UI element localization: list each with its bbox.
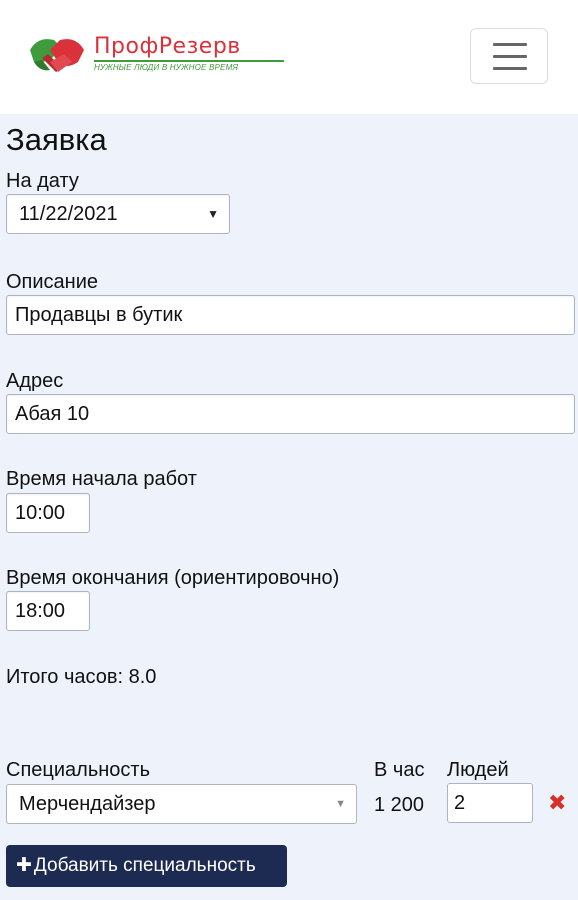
add-specialty-label: Добавить специальность	[33, 855, 256, 876]
column-header-specialty: Специальность	[6, 759, 150, 781]
hamburger-menu-icon	[493, 67, 527, 70]
description-input[interactable]: Продавцы в бутик	[6, 295, 575, 335]
date-input[interactable]: 11/22/2021 ▼	[6, 194, 230, 234]
hamburger-menu-icon	[493, 55, 527, 58]
total-hours: Итого часов: 8.0	[6, 666, 157, 688]
start-time-label: Время начала работ	[6, 468, 197, 490]
logo-name: ПрофРезерв	[94, 34, 241, 59]
start-time-input[interactable]: 10:00	[6, 493, 90, 533]
address-input[interactable]: Абая 10	[6, 394, 575, 434]
logo-tagline: НУЖНЫЕ ЛЮДИ В НУЖНОЕ ВРЕМЯ	[94, 63, 239, 72]
end-time-label: Время окончания (ориентировочно)	[6, 567, 340, 589]
specialty-selected-value: Мерчендайзер	[19, 793, 156, 815]
brand-logo[interactable]: ПрофРезерв НУЖНЫЕ ЛЮДИ В НУЖНОЕ ВРЕМЯ	[28, 32, 288, 84]
top-navbar: ПрофРезерв НУЖНЫЕ ЛЮДИ В НУЖНОЕ ВРЕМЯ	[0, 0, 578, 114]
end-time-input[interactable]: 18:00	[6, 591, 90, 631]
dropdown-arrow-icon[interactable]: ▼	[207, 195, 219, 233]
specialty-select[interactable]: Мерчендайзер ▼	[6, 784, 357, 824]
logo-divider	[94, 60, 284, 62]
hamburger-menu-icon	[493, 43, 527, 46]
page-title: Заявка	[6, 122, 107, 157]
date-value: 11/22/2021	[19, 203, 118, 225]
hourly-rate: 1 200	[374, 794, 425, 816]
add-specialty-button[interactable]: ✚ Добавить специальность	[6, 845, 287, 887]
address-label: Адрес	[6, 370, 64, 392]
hamburger-menu-button[interactable]	[470, 28, 548, 84]
handshake-logo-icon	[30, 39, 84, 72]
chevron-down-icon: ▼	[335, 798, 346, 810]
plus-icon: ✚	[16, 855, 32, 876]
column-header-people: Людей	[447, 759, 509, 781]
people-count-input[interactable]: 2	[447, 783, 533, 823]
date-label: На дату	[6, 170, 79, 192]
close-icon[interactable]: ✖	[548, 790, 566, 816]
column-header-rate: В час	[374, 759, 425, 781]
description-label: Описание	[6, 271, 99, 293]
